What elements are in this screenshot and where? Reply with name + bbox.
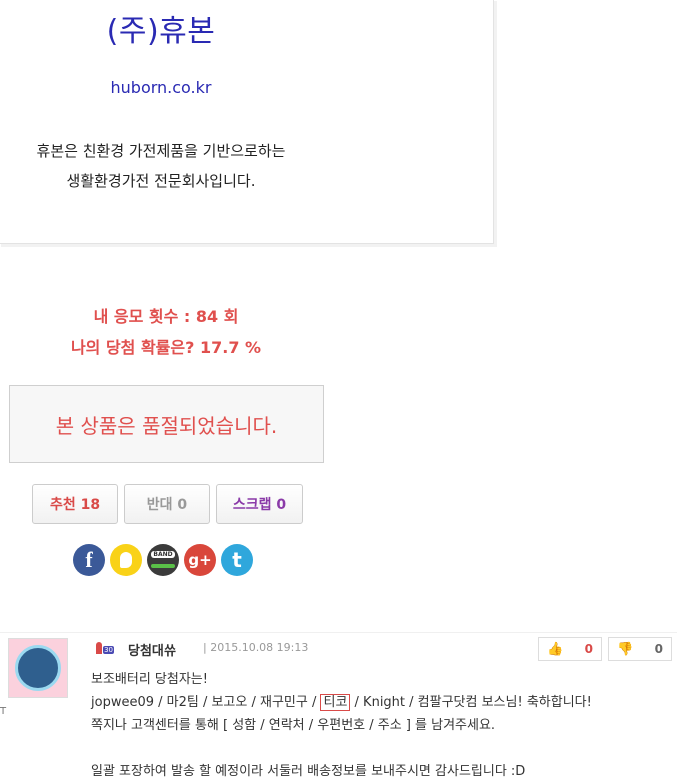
avatar-image — [15, 645, 61, 691]
comment-author[interactable]: 당첨대쓔 — [128, 640, 176, 659]
level-flower-icon — [96, 642, 103, 654]
recommend-button[interactable]: 추천 18 — [32, 484, 118, 524]
twitter-label: t — [232, 548, 242, 572]
comment-line-2: jopwee09 / 마2팀 / 보고오 / 재구민구 / 티코 / Knigh… — [91, 691, 671, 714]
apply-count-text: 내 응모 횟수 : 84 회 — [93, 307, 239, 326]
comment-date: | 2015.10.08 19:13 — [203, 641, 309, 654]
comment-dislike-button[interactable]: 👎 0 — [608, 637, 672, 661]
soldout-notice: 본 상품은 품절되었습니다. — [9, 385, 324, 463]
scrap-button[interactable]: 스크랩 0 — [216, 484, 303, 524]
band-stripe — [151, 564, 175, 568]
thumbs-down-icon: 👎 — [617, 641, 634, 657]
like-count: 0 — [584, 642, 593, 656]
comment-line-5: 일괄 포장하여 발송 할 예정이라 서둘러 배송정보를 보내주시면 감사드립니다… — [91, 764, 526, 779]
facebook-label: f — [85, 547, 93, 572]
comment-line-2-before: jopwee09 / 마2팀 / 보고오 / 재구민구 / — [91, 695, 321, 710]
kakao-bubble-shape — [120, 552, 132, 568]
win-rate-text: 나의 당첨 확률은? 17.7 % — [70, 338, 262, 357]
highlighted-winner: 티코 — [320, 694, 351, 711]
comment-like-button[interactable]: 👍 0 — [538, 637, 602, 661]
company-description: 휴본은 친환경 가전제품을 기반으로하는 생활환경가전 전문회사입니다. — [0, 136, 323, 196]
company-desc-line2: 생활환경가전 전문회사입니다. — [66, 172, 256, 190]
google-plus-icon[interactable]: g+ — [184, 544, 216, 576]
company-name: (주)휴본 — [106, 14, 216, 49]
dislike-count: 0 — [654, 642, 663, 656]
level-number: 30 — [103, 646, 114, 654]
thumbs-up-icon: 👍 — [547, 641, 564, 657]
avatar[interactable] — [8, 638, 68, 698]
comment-body: 보조배터리 당첨자는! jopwee09 / 마2팀 / 보고오 / 재구민구 … — [91, 668, 671, 783]
comment-line-3: 쪽지나 고객센터를 통해 [ 성함 / 연락처 / 우편번호 / 주소 ] 를 … — [91, 718, 496, 733]
level-badge-icon: 30 — [96, 640, 114, 654]
comment-divider — [0, 632, 677, 633]
company-desc-line1: 휴본은 친환경 가전제품을 기반으로하는 — [36, 142, 286, 160]
edge-marker: T — [0, 706, 7, 717]
twitter-icon[interactable]: t — [221, 544, 253, 576]
facebook-icon[interactable]: f — [73, 544, 105, 576]
company-url-link[interactable]: huborn.co.kr — [0, 78, 323, 97]
oppose-button[interactable]: 반대 0 — [124, 484, 210, 524]
gplus-label: g+ — [188, 551, 212, 569]
band-icon[interactable]: BAND — [147, 544, 179, 576]
comment-line-4 — [91, 737, 671, 760]
band-label: BAND — [151, 551, 175, 558]
kakaostory-icon[interactable] — [110, 544, 142, 576]
company-info-box: (주)휴본 huborn.co.kr 휴본은 친환경 가전제품을 기반으로하는 … — [0, 0, 494, 244]
comment-line-2-after: / Knight / 컴팔구닷컴 보스님! 축하합니다! — [350, 695, 592, 710]
comment-line-1: 보조배터리 당첨자는! — [91, 672, 208, 687]
